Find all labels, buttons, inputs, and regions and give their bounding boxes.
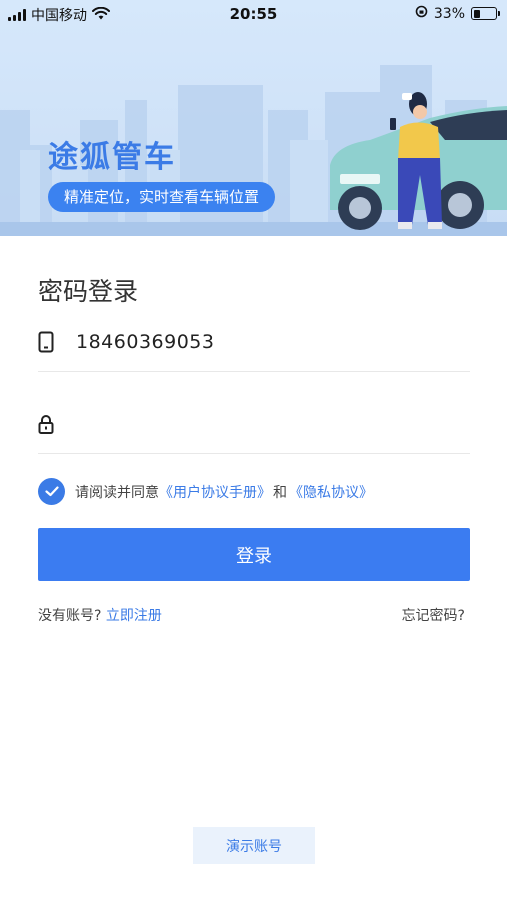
register-row: 没有账号? 立即注册 [38,605,162,625]
battery-percent: 33% [433,5,465,22]
status-bar: 中国移动 20:55 33% [0,0,507,28]
password-input[interactable] [76,412,456,435]
password-field [38,394,470,454]
app-name: 途狐管车 [48,140,176,175]
battery-icon [471,7,500,20]
rotation-lock-icon [415,5,428,22]
banner: 途狐管车 精准定位，实时查看车辆位置 [0,0,507,236]
register-link[interactable]: 立即注册 [106,608,162,624]
page-title: 密码登录 [38,277,139,306]
phone-icon [38,331,64,353]
battery-fill [473,9,481,18]
phone-field [38,312,470,372]
privacy-policy-link[interactable]: 《隐私协议》 [289,482,373,502]
check-icon [44,486,59,497]
status-right: 33% [415,5,500,22]
user-agreement-link[interactable]: 《用户协议手册》 [159,482,271,502]
agreement-row: 请阅读并同意 《用户协议手册》 和 《隐私协议》 [38,478,373,505]
phone-input[interactable] [76,330,456,353]
tagline-pill: 精准定位，实时查看车辆位置 [48,182,276,212]
login-button[interactable]: 登录 [38,528,470,581]
demo-account-button[interactable]: 演示账号 [193,827,315,864]
agree-and: 和 [273,484,287,501]
agree-prefix: 请阅读并同意 [75,484,159,501]
no-account-label: 没有账号? [38,608,102,624]
lock-icon [38,414,64,434]
agree-checkbox[interactable] [38,478,65,505]
forgot-password-link[interactable]: 忘记密码? [402,605,465,625]
